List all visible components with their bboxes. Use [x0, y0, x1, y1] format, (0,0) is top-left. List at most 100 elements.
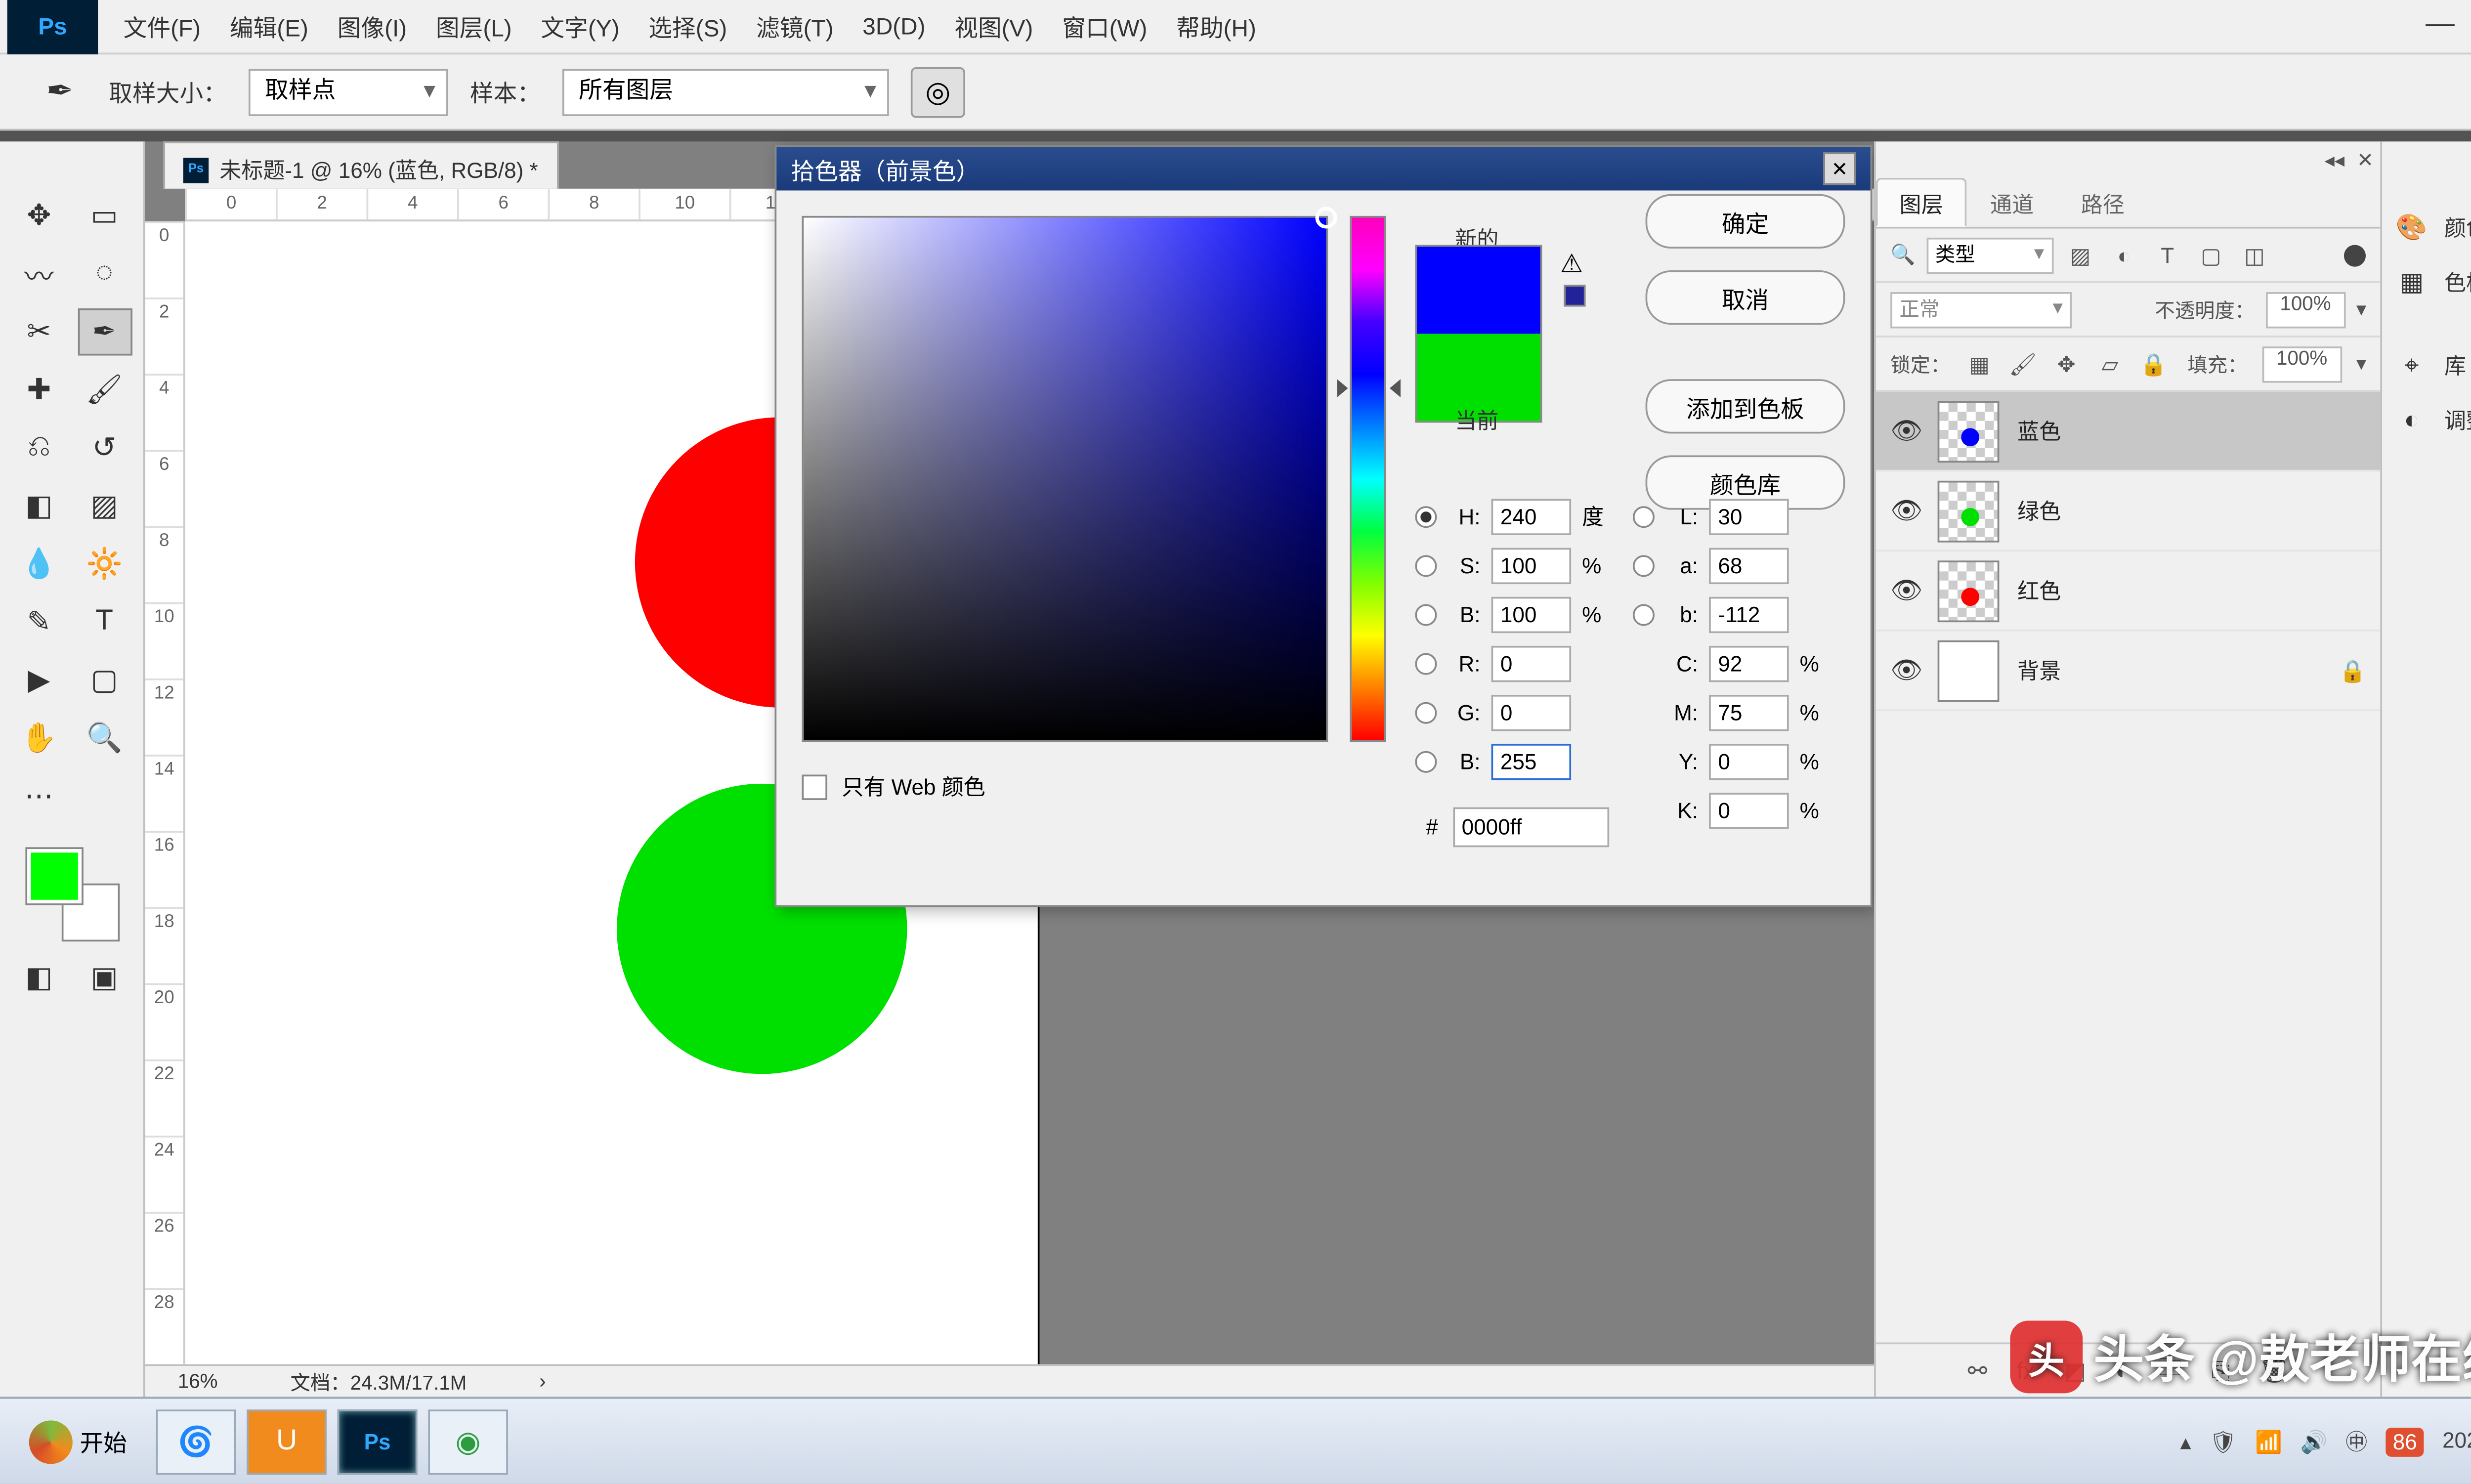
quickselect-tool-icon[interactable]: ◌	[77, 251, 131, 297]
tab-channels[interactable]: 通道	[1966, 178, 2057, 227]
filter-image-icon[interactable]: ▨	[2064, 239, 2097, 271]
type-tool-icon[interactable]: T	[77, 598, 131, 645]
layer-name[interactable]: 背景	[2017, 655, 2061, 685]
panel-close-icon[interactable]: ✕	[2357, 149, 2374, 172]
menu-type[interactable]: 文字(Y)	[526, 2, 634, 51]
sample-size-select[interactable]: 取样点	[249, 68, 448, 115]
filter-smart-icon[interactable]: ◫	[2238, 239, 2271, 271]
eyedropper-tool-icon[interactable]: ✒	[77, 308, 131, 355]
sat-radio[interactable]	[1415, 554, 1437, 576]
tray-network-icon[interactable]: 📶	[2255, 1429, 2282, 1454]
web-only-checkbox[interactable]	[802, 774, 827, 799]
sv-cursor-icon[interactable]	[1315, 207, 1337, 228]
lab-b-input[interactable]	[1709, 596, 1789, 632]
blur-tool-icon[interactable]: 💧	[12, 541, 66, 588]
hue-input[interactable]	[1491, 498, 1572, 534]
taskbar-app-1[interactable]: 🌀	[156, 1409, 236, 1474]
tab-layers[interactable]: 图层	[1876, 178, 1967, 227]
opacity-input[interactable]: 100%	[2265, 291, 2345, 327]
tray-badge[interactable]: 86	[2386, 1427, 2424, 1456]
hand-tool-icon[interactable]: ✋	[12, 715, 66, 762]
g-radio[interactable]	[1415, 701, 1437, 723]
l-input[interactable]	[1709, 498, 1789, 534]
zoom-level[interactable]: 16%	[178, 1370, 218, 1392]
pen-tool-icon[interactable]: ✎	[12, 598, 66, 645]
sat-input[interactable]	[1491, 547, 1572, 583]
crop-tool-icon[interactable]: ✂	[12, 308, 66, 355]
l-radio[interactable]	[1633, 505, 1655, 527]
panel-adjustments[interactable]: ◐调整	[2393, 392, 2471, 446]
shape-tool-icon[interactable]: ▢	[77, 657, 131, 704]
color-swatches[interactable]	[26, 849, 117, 940]
r-radio[interactable]	[1415, 652, 1437, 674]
screenmode-icon[interactable]: ▣	[77, 954, 131, 1001]
g-input[interactable]	[1491, 694, 1572, 730]
b-radio[interactable]	[1415, 750, 1437, 772]
blend-mode-select[interactable]: 正常	[1890, 291, 2072, 327]
dialog-close-button[interactable]: ✕	[1823, 152, 1856, 185]
filter-toggle[interactable]	[2344, 244, 2366, 266]
visibility-toggle-icon[interactable]: 👁	[1890, 416, 1919, 446]
layer-thumbnail[interactable]	[1938, 639, 2000, 701]
layer-thumbnail[interactable]	[1938, 480, 2000, 542]
brush-tool-icon[interactable]: 🖌	[77, 367, 131, 414]
menu-file[interactable]: 文件(F)	[109, 2, 215, 51]
cancel-button[interactable]: 取消	[1646, 270, 1845, 325]
link-layers-icon[interactable]: ⚯	[1968, 1356, 1988, 1385]
a-input[interactable]	[1709, 547, 1789, 583]
m-input[interactable]	[1709, 694, 1789, 730]
foreground-color-swatch[interactable]	[26, 849, 81, 903]
lab-b-radio[interactable]	[1633, 603, 1655, 625]
hue-arrow-left-icon[interactable]	[1337, 379, 1348, 397]
layer-name[interactable]: 绿色	[2017, 495, 2061, 526]
panel-swatches[interactable]: ▦色板	[2393, 254, 2471, 308]
hue-slider[interactable]	[1350, 216, 1386, 742]
panel-collapse-icon[interactable]: ◂◂	[2325, 149, 2345, 172]
visibility-toggle-icon[interactable]: 👁	[1890, 495, 1919, 526]
filter-adjust-icon[interactable]: ◐	[2108, 239, 2140, 271]
tray-volume-icon[interactable]: 🔊	[2301, 1429, 2328, 1454]
status-chevron-icon[interactable]: ›	[539, 1370, 546, 1392]
filter-search-icon[interactable]: 🔍	[1890, 243, 1915, 267]
tray-up-icon[interactable]: ▴	[2180, 1429, 2191, 1454]
layer-row[interactable]: 👁 背景 🔒	[1876, 632, 2381, 712]
stamp-tool-icon[interactable]: ⎌	[12, 424, 66, 471]
panel-libraries[interactable]: ⌖库	[2393, 338, 2471, 392]
hex-input[interactable]	[1452, 807, 1609, 848]
lock-pixels-icon[interactable]: ▦	[1965, 351, 1994, 376]
eraser-tool-icon[interactable]: ◧	[12, 482, 66, 529]
visibility-toggle-icon[interactable]: 👁	[1890, 575, 1919, 606]
layer-row[interactable]: 👁 蓝色	[1876, 392, 2381, 472]
taskbar-app-uc[interactable]: U	[247, 1409, 327, 1474]
taskbar-app-photoshop[interactable]: Ps	[338, 1409, 418, 1474]
lock-position-icon[interactable]: ✥	[2052, 351, 2081, 376]
tray-ime-icon[interactable]: ㊥	[2345, 1426, 2367, 1456]
gradient-tool-icon[interactable]: ▨	[77, 482, 131, 529]
c-input[interactable]	[1709, 645, 1789, 681]
panel-color[interactable]: 🎨颜色	[2393, 200, 2471, 254]
layer-name[interactable]: 蓝色	[2017, 416, 2061, 446]
gamut-warning-icon[interactable]: ⚠	[1560, 249, 1583, 279]
hue-radio[interactable]	[1415, 505, 1437, 527]
layer-name[interactable]: 红色	[2017, 575, 2061, 606]
menu-filter[interactable]: 滤镜(T)	[742, 2, 848, 51]
menu-help[interactable]: 帮助(H)	[1162, 2, 1271, 51]
more-tools-icon[interactable]: ⋯	[12, 773, 66, 820]
path-select-tool-icon[interactable]: ▶	[12, 657, 66, 704]
sample-ring-toggle[interactable]: ◎	[911, 66, 965, 117]
layer-thumbnail[interactable]	[1938, 400, 2000, 462]
bri-radio[interactable]	[1415, 603, 1437, 625]
patch-tool-icon[interactable]: ✚	[12, 367, 66, 414]
tray-shield-icon[interactable]: 🛡	[2209, 1429, 2237, 1454]
start-button[interactable]: 开始	[11, 1412, 145, 1470]
layer-thumbnail[interactable]	[1938, 560, 2000, 622]
zoom-tool-icon[interactable]: 🔍	[77, 715, 131, 762]
menu-image[interactable]: 图像(I)	[323, 2, 421, 51]
bri-input[interactable]	[1491, 596, 1572, 632]
menu-layer[interactable]: 图层(L)	[422, 2, 527, 51]
lasso-tool-icon[interactable]: 〰	[12, 251, 66, 297]
lock-all-icon[interactable]: 🔒	[2139, 351, 2168, 376]
menu-3d[interactable]: 3D(D)	[848, 5, 940, 47]
y-input[interactable]	[1709, 743, 1789, 779]
marquee-tool-icon[interactable]: ▭	[77, 192, 131, 239]
